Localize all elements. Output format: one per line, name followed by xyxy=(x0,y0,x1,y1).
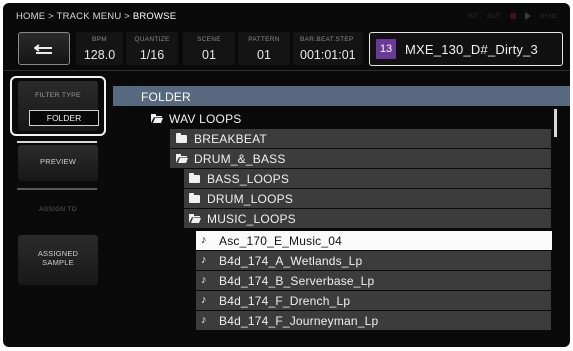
breadcrumb-item-track-menu[interactable]: TRACK MENU xyxy=(57,11,122,22)
quantize-value: 1/16 xyxy=(139,48,165,62)
tree-row-wav-loops[interactable]: WAV LOOPS xyxy=(151,109,551,128)
tree-row-music-loops[interactable]: MUSIC_LOOPS xyxy=(184,209,551,228)
tree-row-label: B4d_174_B_Serverbase_Lp xyxy=(219,273,375,288)
sample-name: MXE_130_D#_Dirty_3 xyxy=(405,41,538,57)
pattern-display: PATTERN 01 xyxy=(238,32,290,65)
scene-label: SCENE xyxy=(197,36,221,43)
preview-label: PREVIEW xyxy=(40,157,76,166)
tree-row-sample[interactable]: ♪ B4d_174_F_Drench_Lp xyxy=(196,291,551,310)
screen: HOME > TRACK MENU > BROWSE INT OUT SYNC … xyxy=(3,3,570,347)
bpm-display: BPM 128.0 xyxy=(76,32,123,65)
music-note-icon: ♪ xyxy=(201,314,207,326)
quantize-label: QUANTIZE xyxy=(134,36,170,43)
tree-row-sample[interactable]: ♪ B4d_174_A_Wetlands_Lp xyxy=(196,251,551,270)
bar-beat-step-label: BAR.BEAT.STEP xyxy=(300,36,354,43)
folder-open-icon xyxy=(151,114,163,123)
status-sync: SYNC xyxy=(539,12,558,20)
music-note-icon: ♪ xyxy=(201,274,207,286)
music-note-icon: ♪ xyxy=(201,234,207,246)
filter-type-focus-frame xyxy=(10,76,106,136)
pattern-value: 01 xyxy=(257,48,271,62)
status-out: OUT xyxy=(487,12,501,20)
tree-row-label: BREAKBEAT xyxy=(194,131,267,146)
play-icon xyxy=(524,12,531,20)
bpm-value: 128.0 xyxy=(83,48,116,62)
status-int: INT xyxy=(467,12,479,20)
tree-row-label: Asc_170_E_Music_04 xyxy=(219,233,343,248)
tree-row-bass-loops[interactable]: BASS_LOOPS xyxy=(184,169,551,188)
breadcrumb-item-home[interactable]: HOME xyxy=(16,11,45,22)
tree-row-drum-loops[interactable]: DRUM_LOOPS xyxy=(184,189,551,208)
folder-icon xyxy=(189,192,200,203)
tree-row-label: BASS_LOOPS xyxy=(207,171,290,186)
quantize-display: QUANTIZE 1/16 xyxy=(126,32,178,65)
assigned-sample-label: ASSIGNED SAMPLE xyxy=(37,249,79,267)
folder-header-title: FOLDER xyxy=(141,90,191,104)
record-icon xyxy=(509,13,516,19)
filter-type-indicator xyxy=(17,141,97,143)
pattern-label: PATTERN xyxy=(248,36,280,43)
sample-number-badge: 13 xyxy=(376,39,396,59)
breadcrumb-current: BROWSE xyxy=(132,11,177,22)
tree-row-label: MUSIC_LOOPS xyxy=(207,211,296,226)
tree-row-label: DRUM_&_BASS xyxy=(194,151,286,166)
scene-display: SCENE 01 xyxy=(183,32,235,65)
breadcrumb-separator: > xyxy=(121,11,133,22)
bar-beat-step-value: 001:01:01 xyxy=(300,48,356,62)
tree-row-selected-sample[interactable]: ♪ Asc_170_E_Music_04 xyxy=(196,231,552,250)
folder-open-icon xyxy=(176,154,188,163)
breadcrumb: HOME > TRACK MENU > BROWSE xyxy=(16,11,176,22)
back-arrow-icon xyxy=(34,43,52,54)
header-divider xyxy=(3,70,570,71)
top-bar: HOME > TRACK MENU > BROWSE INT OUT SYNC xyxy=(3,3,570,29)
tree-row-label: WAV LOOPS xyxy=(169,111,242,126)
preview-indicator xyxy=(17,188,97,190)
tree-row-label: DRUM_LOOPS xyxy=(207,191,294,206)
tree-row-sample[interactable]: ♪ B4d_174_F_Journeyman_Lp xyxy=(196,311,551,330)
folder-icon xyxy=(189,172,200,183)
tree-row-label: B4d_174_F_Drench_Lp xyxy=(219,293,351,308)
preview-button[interactable]: PREVIEW xyxy=(18,145,98,181)
tree-row-label: B4d_174_A_Wetlands_Lp xyxy=(219,253,363,268)
breadcrumb-separator: > xyxy=(45,11,57,22)
current-sample: 13 MXE_130_D#_Dirty_3 xyxy=(369,32,563,66)
tree-row-label: B4d_174_F_Journeyman_Lp xyxy=(219,313,379,328)
tree-row-drum-and-bass[interactable]: DRUM_&_BASS xyxy=(170,149,551,168)
bpm-label: BPM xyxy=(92,36,107,43)
tree-row-sample[interactable]: ♪ B4d_174_B_Serverbase_Lp xyxy=(196,271,551,290)
scrollbar-thumb[interactable] xyxy=(554,109,557,137)
tree-row-breakbeat[interactable]: BREAKBEAT xyxy=(170,129,551,148)
bar-beat-step-display: BAR.BEAT.STEP 001:01:01 xyxy=(293,32,363,65)
back-button[interactable] xyxy=(18,32,70,65)
folder-open-icon xyxy=(189,214,201,223)
music-note-icon: ♪ xyxy=(201,294,207,306)
assigned-sample-button[interactable]: ASSIGNED SAMPLE xyxy=(18,235,98,285)
assign-to-label: ASSIGN TO xyxy=(39,206,77,213)
folder-header: FOLDER xyxy=(113,86,570,106)
music-note-icon: ♪ xyxy=(201,254,207,266)
scene-value: 01 xyxy=(202,48,216,62)
folder-icon xyxy=(176,132,187,143)
status-indicators: INT OUT SYNC xyxy=(468,12,558,20)
